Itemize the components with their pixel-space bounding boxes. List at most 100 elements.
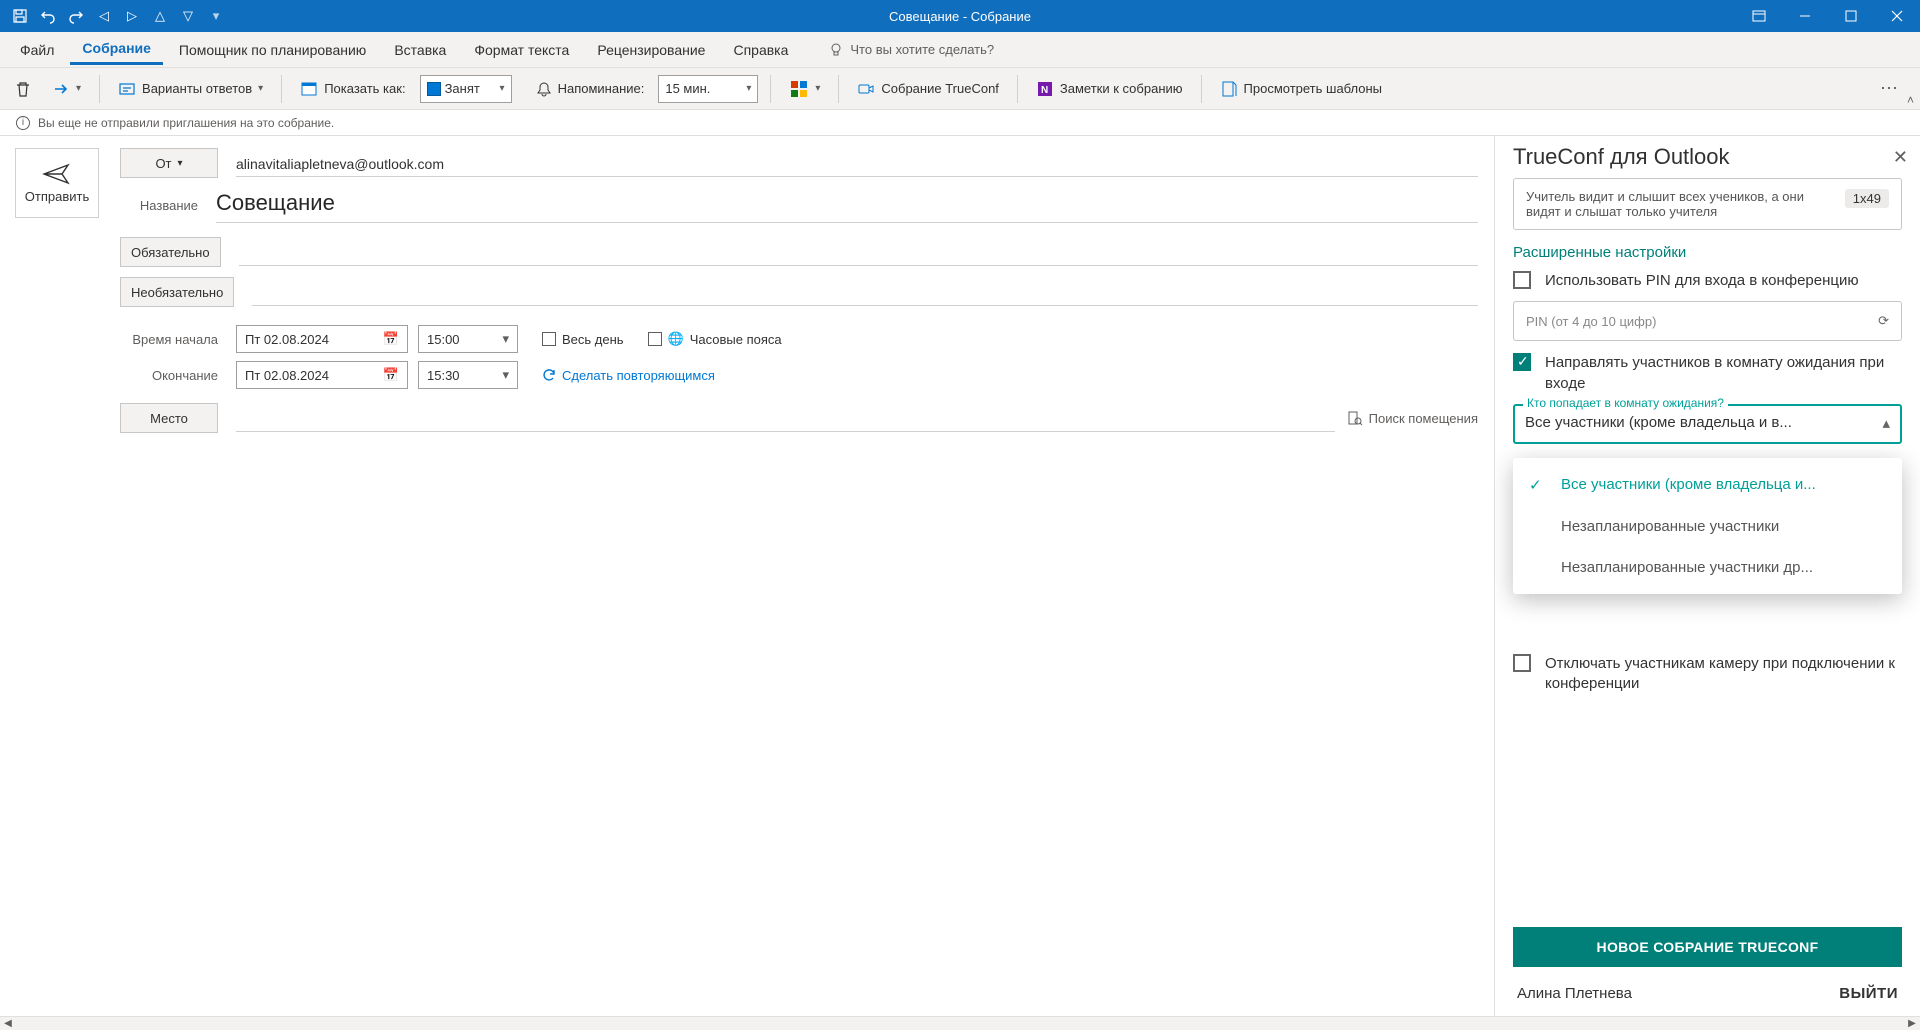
forward-button[interactable]: ▾ [46,76,87,102]
pin-placeholder: PIN (от 4 до 10 цифр) [1526,314,1656,329]
title-field[interactable]: Совещание [216,188,1478,223]
template-icon [1220,80,1238,98]
view-templates-button[interactable]: Просмотреть шаблоны [1214,76,1389,102]
categorize-button[interactable]: ▾ [783,75,826,103]
show-as-combo[interactable]: Занят ▾ [420,75,512,103]
send-column: Отправить [12,148,102,237]
tell-me[interactable]: Что вы хотите сделать? [828,42,994,58]
pin-input[interactable]: PIN (от 4 до 10 цифр) ⟳ [1513,301,1902,341]
start-date-picker[interactable]: Пт 02.08.2024📅 [236,325,408,353]
svg-text:N: N [1041,85,1048,96]
horizontal-scrollbar[interactable]: ◀ ▶ [0,1016,1920,1030]
advanced-settings-title: Расширенные настройки [1513,244,1902,261]
optional-button[interactable]: Необязательно [120,277,234,307]
arrow-left-icon[interactable]: ◁ [92,4,116,28]
current-user: Алина Плетнева [1517,985,1632,1002]
tab-format-text[interactable]: Формат текста [462,36,581,64]
ribbon-tabs: Файл Собрание Помощник по планированию В… [0,32,1920,68]
bell-icon [536,81,552,97]
start-time-label: Время начала [120,326,218,353]
reminder-label: Напоминание: [558,81,645,96]
refresh-icon[interactable]: ⟳ [1878,313,1889,329]
trueconf-meeting-button[interactable]: Собрание TrueConf [851,76,1005,102]
chevron-up-icon: ▴ [1882,414,1890,432]
tab-help[interactable]: Справка [721,36,800,64]
show-as-group: Показать как: [294,76,411,102]
bulb-icon [828,42,844,58]
info-text: Вы еще не отправили приглашения на это с… [38,116,334,130]
from-button[interactable]: От ▾ [120,148,218,178]
new-trueconf-meeting-button[interactable]: НОВОЕ СОБРАНИЕ TRUECONF [1513,927,1902,967]
tab-scheduling-assistant[interactable]: Помощник по планированию [167,36,378,64]
tab-file[interactable]: Файл [8,36,66,64]
collapse-ribbon-icon[interactable]: ˄ [1907,93,1914,107]
mode-description-box: Учитель видит и слышит всех учеников, а … [1513,178,1902,230]
from-label: От [155,156,171,171]
tab-insert[interactable]: Вставка [382,36,458,64]
info-bar: i Вы еще не отправили приглашения на это… [0,110,1920,136]
reminder-combo[interactable]: 15 мин. ▾ [658,75,758,103]
show-as-value: Занят [445,81,480,96]
chevron-down-icon: ▾ [178,158,183,169]
layout-badge: 1x49 [1845,189,1889,208]
arrow-down-icon[interactable]: ▽ [176,4,200,28]
save-icon[interactable] [8,4,32,28]
end-date-picker[interactable]: Пт 02.08.2024📅 [236,361,408,389]
waiting-room-dropdown: ✓ Все участники (кроме владельца и... Не… [1513,458,1902,594]
scroll-left-icon[interactable]: ◀ [0,1017,16,1031]
required-field[interactable] [239,239,1478,266]
info-icon: i [16,116,30,130]
waiting-room-select[interactable]: Кто попадает в комнату ожидания? Все уча… [1513,404,1902,444]
undo-icon[interactable] [36,4,60,28]
categories-icon [789,79,809,99]
onenote-icon: N [1036,80,1054,98]
send-button[interactable]: Отправить [15,148,99,218]
minimize-icon[interactable] [1782,0,1828,32]
start-time-picker[interactable]: 15:00▾ [418,325,518,353]
from-field[interactable]: alinavitaliapletneva@outlook.com [236,150,1478,177]
send-label: Отправить [25,189,89,204]
reminder-group: Напоминание: [530,77,651,101]
panel-close-icon[interactable]: ✕ [1893,147,1908,168]
dropdown-option[interactable]: Незапланированные участники [1513,506,1902,547]
window-controls [1736,0,1920,32]
dropdown-option[interactable]: Незапланированные участники др... [1513,547,1902,588]
mute-camera-checkbox[interactable]: Отключать участникам камеру при подключе… [1513,654,1902,695]
tab-review[interactable]: Рецензирование [585,36,717,64]
waiting-room-select-label: Кто попадает в комнату ожидания? [1523,396,1728,410]
tab-meeting[interactable]: Собрание [70,34,163,65]
check-icon: ✓ [1529,476,1547,494]
arrow-right-icon[interactable]: ▷ [120,4,144,28]
required-button[interactable]: Обязательно [120,237,221,267]
send-icon [42,163,72,185]
calendar-icon: 📅 [383,331,399,347]
all-day-checkbox[interactable]: Весь день [542,332,624,347]
maximize-icon[interactable] [1828,0,1874,32]
waiting-room-checkbox[interactable]: Направлять участников в комнату ожидания… [1513,353,1902,394]
mode-description: Учитель видит и слышит всех учеников, а … [1526,189,1835,219]
dropdown-option[interactable]: ✓ Все участники (кроме владельца и... [1513,464,1902,506]
location-button[interactable]: Место [120,403,218,433]
meeting-form: Отправить От ▾ alinavitaliapletneva@outl… [0,136,1494,1016]
scroll-right-icon[interactable]: ▶ [1904,1017,1920,1031]
logout-button[interactable]: ВЫЙТИ [1839,985,1898,1002]
more-commands-button[interactable]: ⋯ [1874,74,1904,103]
reply-variants-button[interactable]: Варианты ответов ▾ [112,76,269,102]
location-field[interactable] [236,405,1335,432]
make-recurring-link[interactable]: Сделать повторяющимся [542,368,715,383]
ribbon-display-icon[interactable] [1736,0,1782,32]
quick-access-toolbar: ◁ ▷ △ ▽ ▾ [0,4,228,28]
room-finder-button[interactable]: Поиск помещения [1347,410,1478,426]
qat-customize-icon[interactable]: ▾ [204,4,228,28]
arrow-up-icon[interactable]: △ [148,4,172,28]
end-time-picker[interactable]: 15:30▾ [418,361,518,389]
calendar-icon: 📅 [383,367,399,383]
use-pin-checkbox[interactable]: Использовать PIN для входа в конференцию [1513,271,1902,291]
reply-variants-label: Варианты ответов [142,81,252,96]
timezones-checkbox[interactable]: 🌐Часовые пояса [648,331,782,347]
redo-icon[interactable] [64,4,88,28]
delete-button[interactable] [8,76,38,102]
meeting-notes-button[interactable]: N Заметки к собранию [1030,76,1189,102]
optional-field[interactable] [252,279,1478,306]
close-icon[interactable] [1874,0,1920,32]
